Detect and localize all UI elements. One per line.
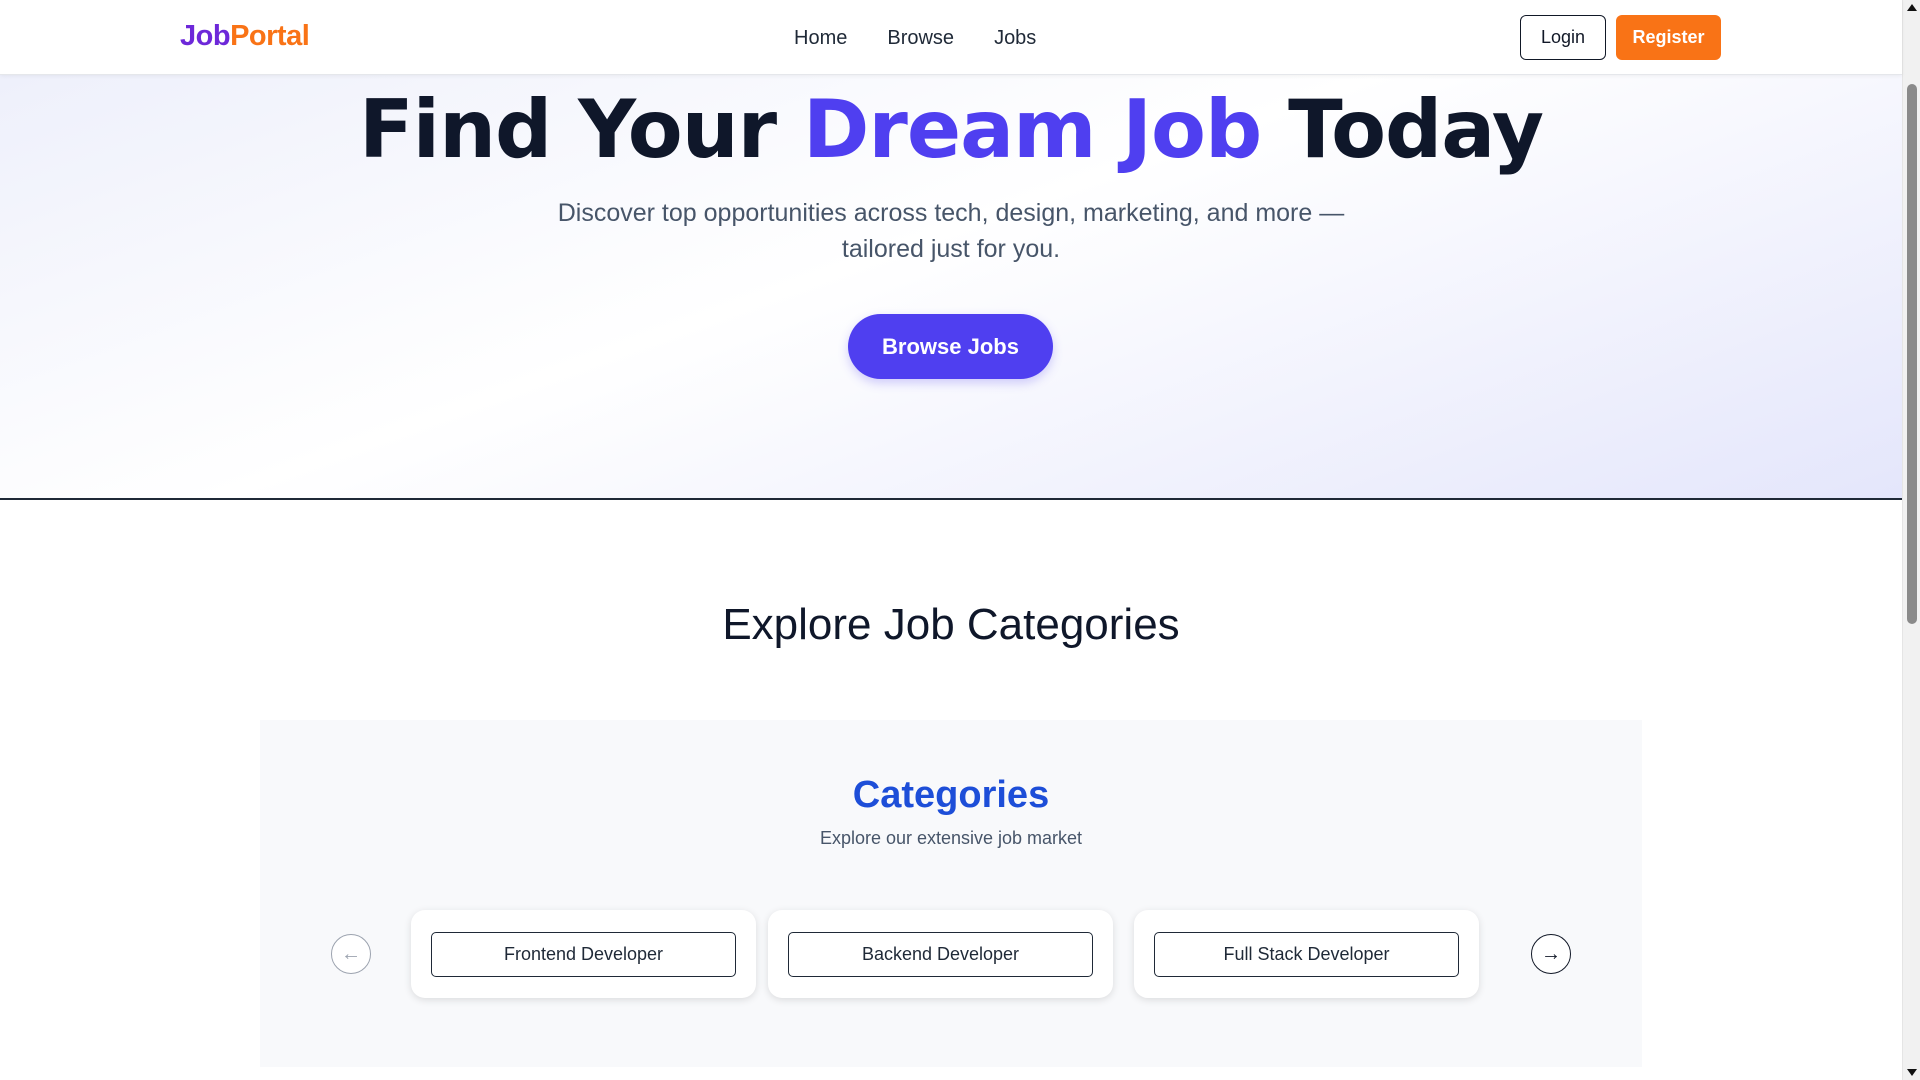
category-card: Backend Developer — [768, 910, 1113, 998]
arrow-right-icon: → — [1541, 942, 1561, 965]
browse-jobs-button[interactable]: Browse Jobs — [848, 314, 1053, 379]
category-card: Full Stack Developer — [1134, 910, 1479, 998]
brand-logo[interactable]: JobPortal — [180, 20, 310, 53]
hero-title-pre: Find Your — [359, 83, 803, 176]
brand-logo-part1: Job — [180, 20, 231, 52]
explore-title: Explore Job Categories — [722, 600, 1180, 649]
login-button[interactable]: Login — [1520, 15, 1606, 60]
categories-panel: Categories Explore our extensive job mar… — [260, 720, 1642, 1067]
register-button[interactable]: Register — [1616, 15, 1721, 60]
nav-links: Home Browse Jobs — [794, 27, 1036, 50]
category-card: Frontend Developer — [411, 910, 756, 998]
carousel-prev-button[interactable]: ← — [331, 934, 371, 974]
navbar: JobPortal Home Browse Jobs Login Registe… — [0, 0, 1902, 75]
scroll-up-icon[interactable] — [1907, 4, 1917, 11]
nav-link-jobs[interactable]: Jobs — [994, 27, 1036, 50]
hero-title: Find Your Dream Job Today — [0, 83, 1902, 176]
category-button-frontend[interactable]: Frontend Developer — [431, 931, 736, 977]
category-button-fullstack[interactable]: Full Stack Developer — [1154, 931, 1459, 977]
brand-logo-part2: Portal — [230, 20, 310, 52]
hero-title-accent: Dream Job — [802, 83, 1262, 176]
scrollbar[interactable] — [1902, 0, 1920, 1080]
hero-title-post: Today — [1261, 83, 1544, 176]
category-button-backend[interactable]: Backend Developer — [788, 931, 1093, 977]
carousel-next-button[interactable]: → — [1531, 934, 1571, 974]
hero-section: Find Your Dream Job Today Discover top o… — [0, 75, 1902, 500]
arrow-left-icon: ← — [341, 942, 361, 965]
categories-subtitle: Explore our extensive job market — [819, 828, 1083, 848]
hero-subtitle: Discover top opportunities across tech, … — [557, 199, 1345, 263]
scrollbar-thumb[interactable] — [1907, 84, 1917, 624]
nav-link-browse[interactable]: Browse — [887, 27, 954, 50]
categories-title: Categories — [852, 774, 1050, 816]
nav-link-home[interactable]: Home — [794, 27, 847, 50]
scroll-down-icon[interactable] — [1907, 1069, 1917, 1076]
